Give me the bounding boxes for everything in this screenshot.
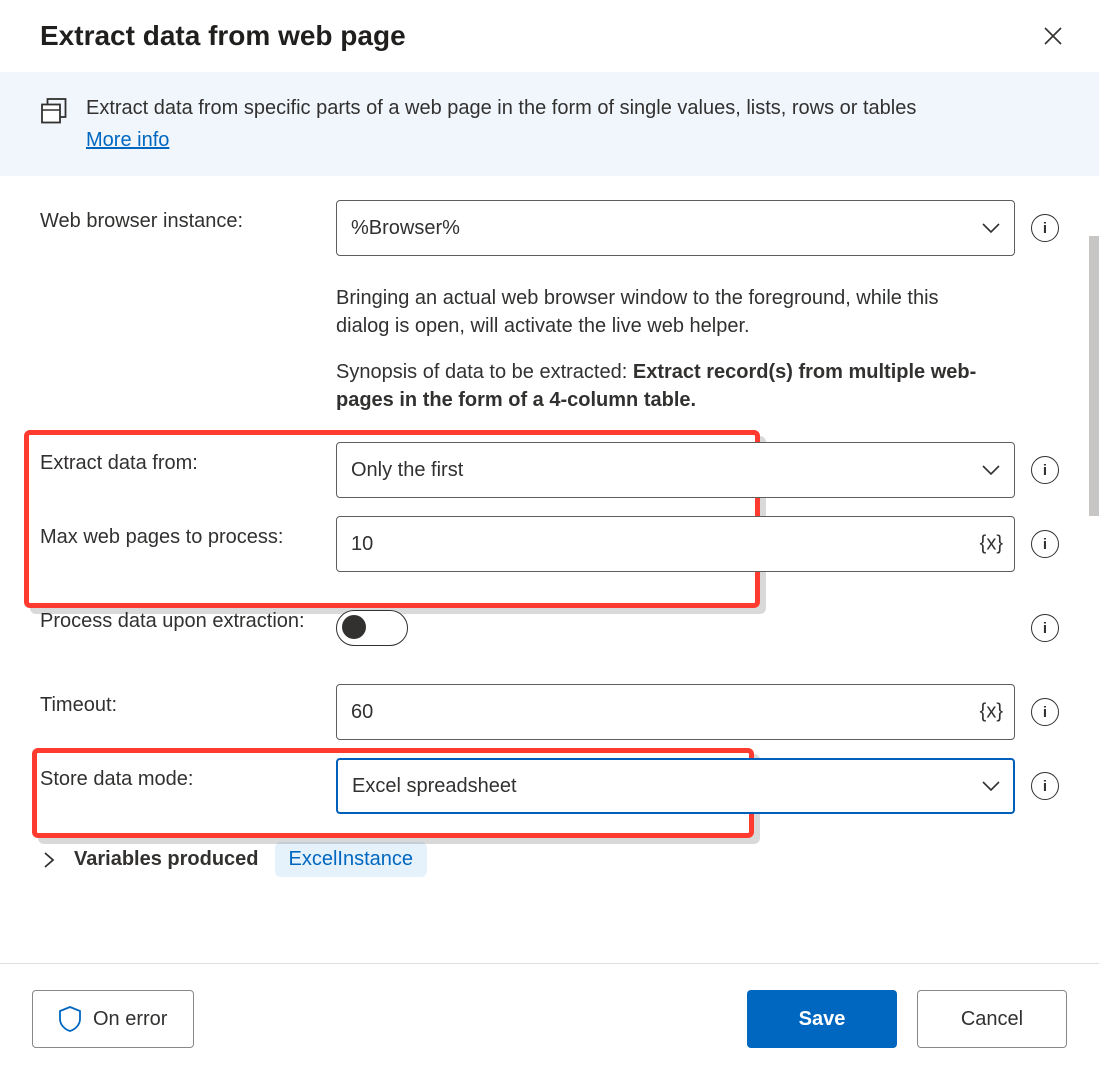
browser-instance-dropdown[interactable]: %Browser%: [336, 200, 1015, 256]
toggle-knob: [342, 615, 366, 639]
close-button[interactable]: [1039, 22, 1067, 50]
row-store-mode: Store data mode: Excel spreadsheet i: [40, 758, 1059, 814]
variables-produced-row[interactable]: Variables produced ExcelInstance: [40, 842, 1059, 877]
label-max-pages: Max web pages to process:: [40, 516, 336, 549]
label-store-mode: Store data mode:: [40, 758, 336, 791]
shield-icon: [59, 1006, 81, 1032]
synopsis-text: Synopsis of data to be extracted: Extrac…: [336, 358, 1016, 414]
info-icon-store-mode[interactable]: i: [1031, 772, 1059, 800]
footer-buttons: Save Cancel: [747, 990, 1067, 1048]
cancel-button[interactable]: Cancel: [917, 990, 1067, 1048]
row-extract-from: Extract data from: Only the first i: [40, 442, 1059, 498]
row-max-pages: Max web pages to process: 10 {x} i: [40, 516, 1059, 572]
row-process-on-extract: Process data upon extraction: i: [40, 600, 1059, 656]
save-button[interactable]: Save: [747, 990, 897, 1048]
variable-picker-icon[interactable]: {x}: [980, 533, 1003, 556]
variables-produced-label: Variables produced: [74, 848, 259, 871]
row-timeout: Timeout: 60 {x} i: [40, 684, 1059, 740]
label-extract-from: Extract data from:: [40, 442, 336, 475]
info-icon-extract-from[interactable]: i: [1031, 456, 1059, 484]
scrollbar-thumb[interactable]: [1089, 236, 1099, 516]
browser-instance-value: %Browser%: [351, 217, 460, 240]
store-mode-value: Excel spreadsheet: [352, 775, 517, 798]
info-banner: Extract data from specific parts of a we…: [0, 72, 1099, 176]
dialog-header: Extract data from web page: [0, 0, 1099, 72]
info-icon-browser[interactable]: i: [1031, 214, 1059, 242]
label-browser-instance: Web browser instance:: [40, 200, 336, 233]
extract-data-dialog: Extract data from web page Extract data …: [0, 0, 1099, 1074]
more-info-link[interactable]: More info: [86, 126, 169, 154]
store-mode-dropdown[interactable]: Excel spreadsheet: [336, 758, 1015, 814]
banner-description: Extract data from specific parts of a we…: [86, 97, 916, 119]
on-error-label: On error: [93, 1008, 167, 1031]
chevron-right-icon: [40, 851, 58, 869]
banner-text: Extract data from specific parts of a we…: [86, 94, 916, 154]
extract-icon: [40, 96, 68, 124]
synopsis-prefix: Synopsis of data to be extracted:: [336, 361, 633, 383]
label-process-on-extract: Process data upon extraction:: [40, 600, 336, 633]
info-icon-timeout[interactable]: i: [1031, 698, 1059, 726]
on-error-button[interactable]: On error: [32, 990, 194, 1048]
helper-text: Bringing an actual web browser window to…: [336, 284, 996, 340]
extract-from-dropdown[interactable]: Only the first: [336, 442, 1015, 498]
dialog-body: Web browser instance: %Browser% i Bringi…: [0, 176, 1099, 963]
variable-picker-icon[interactable]: {x}: [980, 701, 1003, 724]
scrollbar[interactable]: [1089, 192, 1099, 948]
info-icon-max-pages[interactable]: i: [1031, 530, 1059, 558]
info-icon-process[interactable]: i: [1031, 614, 1059, 642]
variable-pill[interactable]: ExcelInstance: [275, 842, 428, 877]
extract-from-value: Only the first: [351, 459, 463, 482]
process-on-extract-toggle[interactable]: [336, 610, 408, 646]
label-timeout: Timeout:: [40, 684, 336, 717]
dialog-footer: On error Save Cancel: [0, 963, 1099, 1074]
timeout-value: 60: [351, 701, 373, 724]
max-pages-input[interactable]: 10: [336, 516, 1015, 572]
dialog-title: Extract data from web page: [40, 20, 406, 52]
close-icon: [1043, 26, 1063, 46]
row-browser-instance: Web browser instance: %Browser% i: [40, 200, 1059, 256]
max-pages-value: 10: [351, 533, 373, 556]
timeout-input[interactable]: 60: [336, 684, 1015, 740]
